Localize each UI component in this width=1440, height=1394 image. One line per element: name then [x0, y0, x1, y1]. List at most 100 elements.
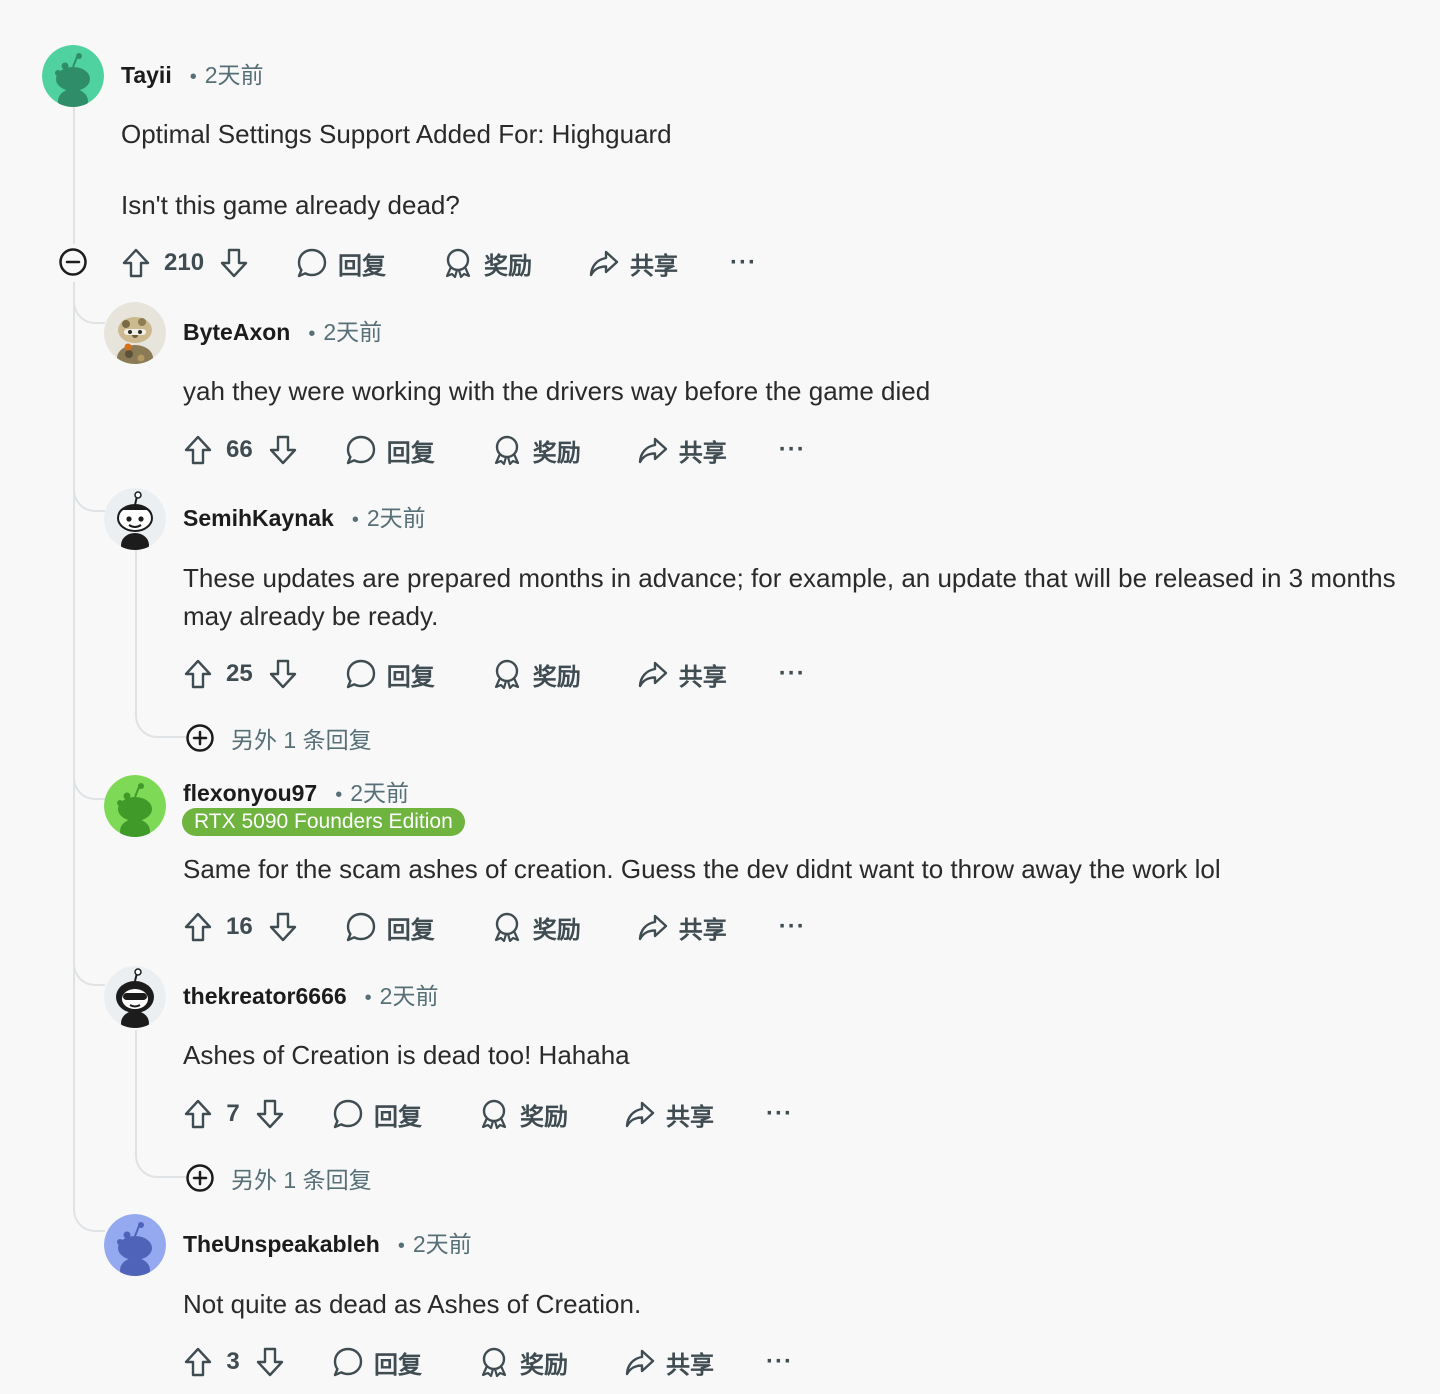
expand-plus-icon — [186, 724, 214, 752]
comment-timestamp[interactable]: 2天前 — [380, 977, 439, 1011]
comment-timestamp[interactable]: 2天前 — [367, 499, 426, 533]
reply-button[interactable]: 回复 — [332, 1345, 422, 1380]
avatar[interactable] — [104, 775, 166, 837]
share-button[interactable]: 共享 — [637, 910, 727, 945]
comment-text: yah they were working with the drivers w… — [183, 376, 931, 406]
share-button[interactable]: 共享 — [637, 657, 727, 692]
downvote-icon — [269, 912, 296, 942]
more-replies-label: 另外 1 条回复 — [231, 1167, 372, 1193]
thread-connector — [73, 758, 105, 800]
comment-author[interactable]: Tayii — [121, 62, 172, 89]
comment-author[interactable]: flexonyou97 — [183, 780, 317, 807]
award-button[interactable]: 奖励 — [491, 433, 581, 468]
avatar[interactable] — [104, 966, 166, 1028]
avatar[interactable] — [104, 488, 166, 550]
award-button[interactable]: 奖励 — [491, 910, 581, 945]
upvote-button[interactable] — [182, 434, 214, 466]
thread-connector — [73, 470, 105, 512]
more-replies-label: 另外 1 条回复 — [231, 727, 372, 753]
comment-body: These updates are prepared months in adv… — [183, 559, 1413, 635]
comment-body: Same for the scam ashes of creation. Gue… — [183, 850, 1413, 888]
more-options-button[interactable]: ··· — [779, 436, 806, 464]
thread-line[interactable] — [73, 282, 75, 1202]
reply-button[interactable]: 回复 — [345, 433, 435, 468]
award-icon — [494, 912, 519, 943]
upvote-icon — [184, 659, 212, 689]
thread-connector[interactable] — [135, 550, 187, 738]
snoo-avatar-icon — [104, 1214, 166, 1276]
comment-text: These updates are prepared months in adv… — [183, 563, 1396, 631]
upvote-button[interactable] — [182, 1098, 214, 1130]
reply-button[interactable]: 回复 — [345, 657, 435, 692]
share-button[interactable]: 共享 — [637, 433, 727, 468]
award-button[interactable]: 奖励 — [478, 1345, 568, 1380]
comment-actions: 210 回复 奖励 共享 ··· — [120, 243, 757, 283]
comment-author[interactable]: ByteAxon — [183, 319, 290, 346]
upvote-button[interactable] — [182, 1346, 214, 1378]
award-button[interactable]: 奖励 — [442, 246, 532, 281]
comment-text: Isn't this game already dead? — [121, 190, 460, 220]
share-button[interactable]: 共享 — [624, 1097, 714, 1132]
more-options-button[interactable]: ··· — [730, 249, 757, 277]
comment-timestamp[interactable]: 2天前 — [323, 313, 382, 347]
collapse-thread-icon[interactable] — [58, 247, 88, 277]
reply-label: 回复 — [374, 1103, 422, 1131]
more-options-button[interactable]: ··· — [779, 913, 806, 941]
share-label: 共享 — [678, 916, 727, 944]
thread-connector[interactable] — [135, 1030, 187, 1178]
share-icon — [625, 1101, 655, 1128]
award-icon — [481, 1347, 507, 1378]
more-options-button[interactable]: ··· — [766, 1100, 793, 1128]
snoo-avatar-icon — [104, 775, 166, 837]
avatar[interactable] — [104, 1214, 166, 1276]
award-icon — [494, 435, 519, 466]
share-icon — [589, 250, 619, 277]
comment-bubble-icon — [346, 435, 375, 465]
share-button[interactable]: 共享 — [624, 1345, 714, 1380]
more-options-button[interactable]: ··· — [766, 1348, 793, 1376]
downvote-button[interactable] — [218, 247, 250, 279]
reply-label: 回复 — [386, 663, 435, 691]
comment-bubble-icon — [346, 912, 375, 942]
comment-timestamp[interactable]: 2天前 — [413, 1225, 472, 1259]
upvote-button[interactable] — [182, 911, 214, 943]
downvote-button[interactable] — [267, 911, 299, 943]
upvote-button[interactable] — [120, 247, 152, 279]
upvote-button[interactable] — [182, 658, 214, 690]
comment-actions: 25 回复 奖励 共享 ··· — [182, 654, 806, 694]
comment-author[interactable]: TheUnspeakableh — [183, 1231, 380, 1258]
downvote-button[interactable] — [267, 658, 299, 690]
award-label: 奖励 — [532, 439, 581, 467]
comment-text: Not quite as dead as Ashes of Creation. — [183, 1289, 642, 1319]
separator-dot: • — [364, 987, 372, 1009]
downvote-button[interactable] — [254, 1346, 286, 1378]
avatar[interactable] — [104, 302, 166, 364]
downvote-button[interactable] — [267, 434, 299, 466]
downvote-button[interactable] — [254, 1098, 286, 1130]
more-options-button[interactable]: ··· — [779, 660, 806, 688]
reply-button[interactable]: 回复 — [332, 1097, 422, 1132]
more-replies-button[interactable]: 另外 1 条回复 — [185, 721, 372, 755]
comment-author[interactable]: SemihKaynak — [183, 505, 334, 532]
comment-timestamp[interactable]: 2天前 — [205, 56, 264, 90]
comment-author[interactable]: thekreator6666 — [183, 983, 347, 1010]
comment-thread: Tayii • 2天前 Optimal Settings Support Add… — [0, 0, 1440, 1394]
share-icon — [638, 914, 667, 941]
comment-body: Ashes of Creation is dead too! Hahaha — [183, 1036, 1413, 1074]
thread-line[interactable] — [73, 106, 75, 244]
share-button[interactable]: 共享 — [588, 246, 678, 281]
snoo-avatar-icon — [104, 966, 166, 1028]
reply-button[interactable]: 回复 — [345, 910, 435, 945]
reply-button[interactable]: 回复 — [296, 246, 386, 281]
downvote-icon — [256, 1099, 284, 1129]
comment-timestamp[interactable]: 2天前 — [350, 774, 409, 808]
upvote-icon — [122, 248, 150, 278]
comment-bubble-icon — [346, 659, 375, 689]
award-button[interactable]: 奖励 — [491, 657, 581, 692]
award-icon — [481, 1099, 507, 1130]
upvote-icon — [184, 1347, 212, 1377]
share-icon — [638, 661, 667, 688]
award-button[interactable]: 奖励 — [478, 1097, 568, 1132]
more-replies-button[interactable]: 另外 1 条回复 — [185, 1161, 372, 1195]
avatar[interactable] — [42, 45, 104, 107]
